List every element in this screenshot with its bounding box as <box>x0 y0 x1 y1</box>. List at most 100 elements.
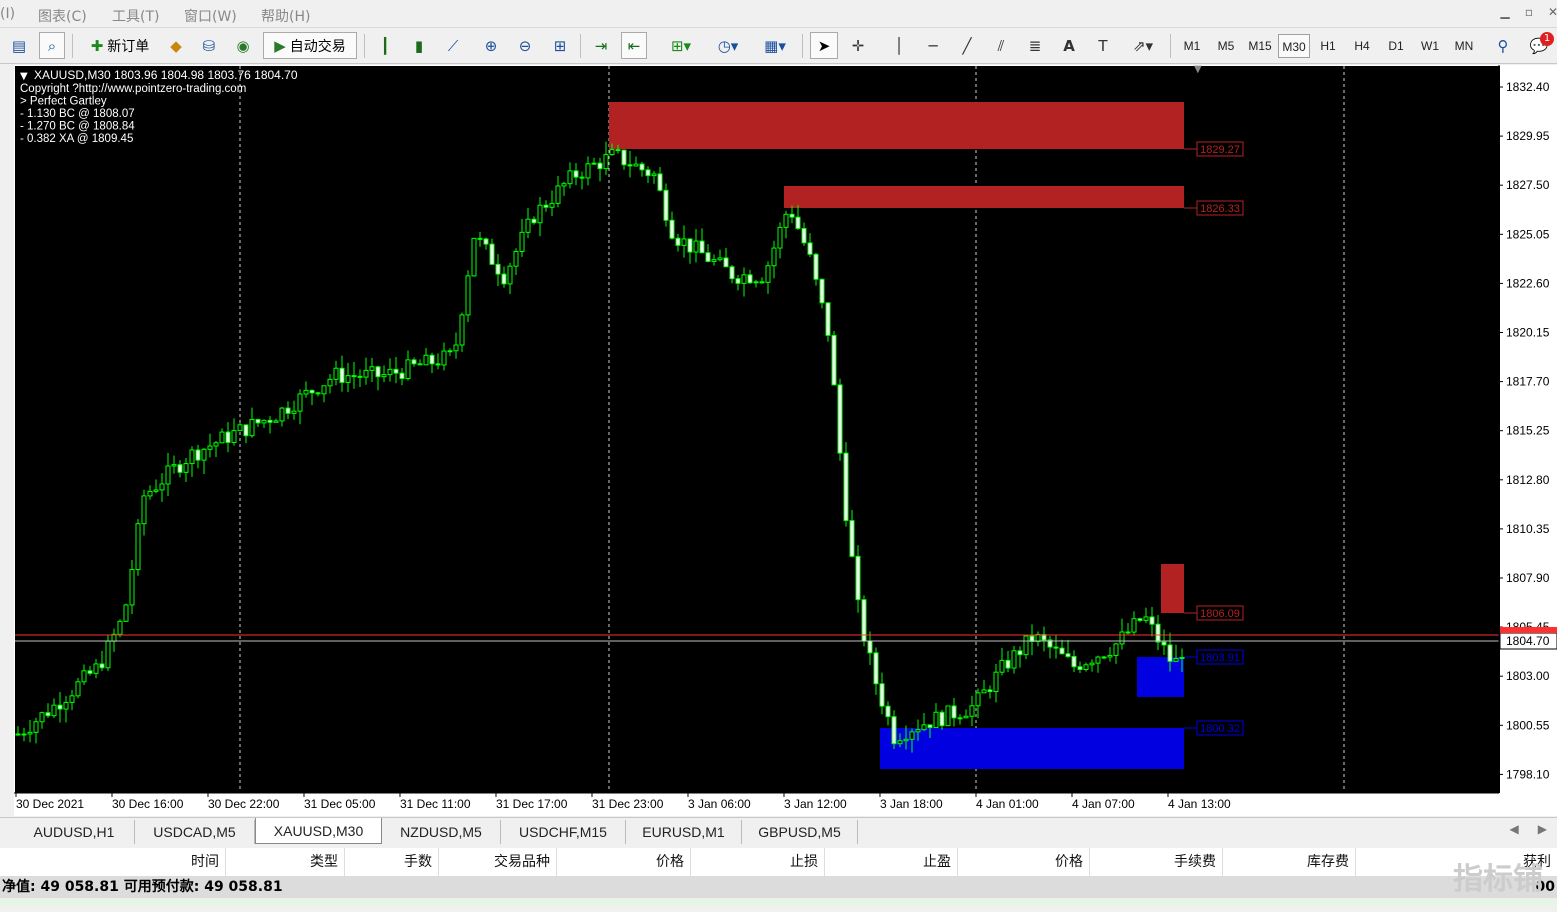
price-tick-label: 1832.40 <box>1506 80 1550 94</box>
minimize-icon[interactable]: ▁ <box>1494 5 1516 23</box>
price-tick-label: 1820.15 <box>1506 326 1550 340</box>
autoscroll-icon[interactable]: ⇥ <box>589 32 613 59</box>
menu-item-tools[interactable]: 工具(T) <box>112 6 159 26</box>
tab-nzdusd[interactable]: NZDUSD,M5 <box>382 820 501 844</box>
candle-bear <box>747 274 753 284</box>
new-chart-icon[interactable]: ▤ <box>6 32 32 59</box>
terminal-panel: 时间 类型 手数 交易品种 价格 止损 止盈 价格 手续费 库存费 获利 净值:… <box>0 848 1557 906</box>
col-current-price[interactable]: 价格 <box>958 848 1090 876</box>
zoom-in-icon[interactable]: ⊕ <box>479 32 503 59</box>
tab-eurusd[interactable]: EURUSD,M1 <box>626 820 742 844</box>
candle-bear <box>639 163 645 171</box>
templates-icon[interactable]: ▦▾ <box>756 32 794 59</box>
candle-bear <box>1155 623 1161 643</box>
tab-usdcad[interactable]: USDCAD,M5 <box>135 820 255 844</box>
menu-item-window[interactable]: 窗口(W) <box>184 6 237 26</box>
timeframe-h1[interactable]: H1 <box>1312 34 1344 58</box>
candle-bear <box>483 238 489 245</box>
timeframe-mn[interactable]: MN <box>1448 34 1480 58</box>
menu-item-charts[interactable]: 图表(C) <box>38 6 87 26</box>
price-tick-label: 1829.95 <box>1506 129 1550 143</box>
search-icon[interactable]: ⚲ <box>1492 32 1514 59</box>
text-label-icon[interactable]: T <box>1091 32 1115 59</box>
candle-bull <box>681 238 687 246</box>
candle-bear <box>1125 631 1131 634</box>
candlestick-icon[interactable]: ▮ <box>407 32 431 59</box>
tab-gbpusd[interactable]: GBPUSD,M5 <box>742 820 858 844</box>
timeframe-m15[interactable]: M15 <box>1244 34 1276 58</box>
candle-bull <box>1023 635 1029 656</box>
fibonacci-icon[interactable]: ≣ <box>1023 32 1047 59</box>
col-take-profit[interactable]: 止盈 <box>825 848 958 876</box>
new-order-button[interactable]: ✚ 新订单 <box>80 32 160 59</box>
indicators-icon[interactable]: ⊞▾ <box>663 32 699 59</box>
navigator-icon[interactable]: ⛁ <box>197 32 221 59</box>
crosshair-icon[interactable]: ✛ <box>846 32 870 59</box>
horizontal-line-icon[interactable]: ─ <box>921 32 945 59</box>
candle-bull <box>999 659 1005 673</box>
candle-bear <box>429 354 435 365</box>
candle-bull <box>93 663 99 674</box>
price-chart[interactable]: 1829.27 1826.33 1806.09 1803.91 1800.32 ▼ XAUU… <box>14 65 1557 816</box>
metaeditor-icon[interactable]: ◆ <box>164 32 188 59</box>
chart-window[interactable]: 1829.27 1826.33 1806.09 1803.91 1800.32 ▼ XAUU… <box>14 65 1557 816</box>
bar-chart-icon[interactable]: ┃ <box>373 32 397 59</box>
arrows-icon[interactable]: ⇗▾ <box>1125 32 1161 59</box>
candle-bull <box>549 202 555 208</box>
candle-bear <box>699 240 705 254</box>
candle-bear <box>543 204 549 208</box>
timeframe-m1[interactable]: M1 <box>1176 34 1208 58</box>
periods-icon[interactable]: ◷▾ <box>708 32 748 59</box>
candle-bear <box>819 278 825 304</box>
candle-bear <box>267 419 273 423</box>
candle-bull <box>591 162 597 165</box>
menu-item-help[interactable]: 帮助(H) <box>261 6 310 26</box>
candle-bull <box>189 449 195 465</box>
restore-icon[interactable]: ▫ <box>1518 5 1540 23</box>
chart-shift-icon[interactable]: ⇤ <box>621 32 647 59</box>
tab-audusd[interactable]: AUDUSD,H1 <box>14 820 135 844</box>
indicator-info-line: > Perfect Gartley <box>20 96 107 108</box>
candle-bull <box>969 705 975 717</box>
candle-bull <box>345 375 351 383</box>
menu-bar: (I) 图表(C) 工具(T) 窗口(W) 帮助(H) ▁ ▫ ✕ <box>0 0 1557 28</box>
trendline-icon[interactable]: ╱ <box>955 32 979 59</box>
candle-bull <box>27 731 33 735</box>
timeframe-m30[interactable]: M30 <box>1278 34 1310 58</box>
menu-item-file[interactable]: (I) <box>0 6 15 22</box>
tab-xauusd[interactable]: XAUUSD,M30 <box>255 818 382 844</box>
col-commission[interactable]: 手续费 <box>1090 848 1223 876</box>
col-time[interactable]: 时间 <box>0 848 226 876</box>
zoom-out-icon[interactable]: ⊖ <box>513 32 537 59</box>
timeframe-w1[interactable]: W1 <box>1414 34 1446 58</box>
equidistant-channel-icon[interactable]: ⫽ <box>989 32 1013 59</box>
col-stop-loss[interactable]: 止损 <box>691 848 825 876</box>
col-type[interactable]: 类型 <box>226 848 345 876</box>
candle-bear <box>411 359 417 365</box>
line-chart-icon[interactable]: ⟋ <box>441 32 465 59</box>
col-swap[interactable]: 库存费 <box>1223 848 1356 876</box>
candle-bull <box>915 729 921 733</box>
tile-windows-icon[interactable]: ⊞ <box>548 32 572 59</box>
market-watch-icon[interactable]: ◉ <box>231 32 255 59</box>
close-icon[interactable]: ✕ <box>1542 5 1557 23</box>
candle-bear <box>195 449 201 461</box>
vertical-line-icon[interactable]: │ <box>887 32 911 59</box>
text-icon[interactable]: A <box>1057 32 1081 59</box>
auto-trading-button[interactable]: ▶ 自动交易 <box>263 32 357 59</box>
timeframe-d1[interactable]: D1 <box>1380 34 1412 58</box>
col-price[interactable]: 价格 <box>557 848 691 876</box>
candle-bull <box>459 314 465 346</box>
cursor-icon[interactable]: ➤ <box>810 32 838 59</box>
notifications-icon[interactable]: 💬 1 <box>1524 32 1554 59</box>
candle-bull <box>75 681 81 697</box>
timeframe-h4[interactable]: H4 <box>1346 34 1378 58</box>
col-symbol[interactable]: 交易品种 <box>439 848 557 876</box>
tab-scroll-arrows[interactable]: ◀ ▶ <box>1509 822 1547 836</box>
candle-bear <box>579 176 585 179</box>
tab-usdchf[interactable]: USDCHF,M15 <box>501 820 626 844</box>
col-volume[interactable]: 手数 <box>345 848 439 876</box>
profiles-icon[interactable]: ⌕ <box>39 32 65 59</box>
timeframe-m5[interactable]: M5 <box>1210 34 1242 58</box>
candle-bull <box>279 407 285 422</box>
